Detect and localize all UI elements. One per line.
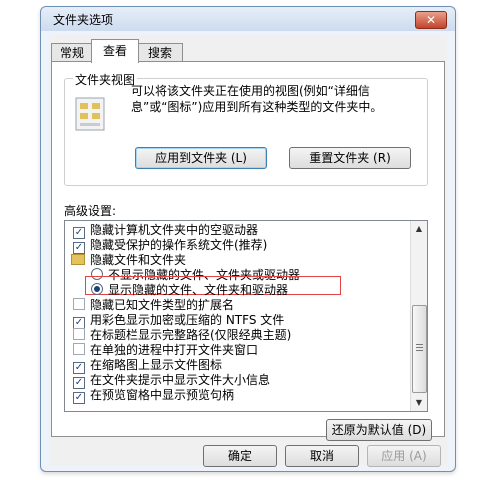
- close-icon: ✕: [425, 13, 437, 27]
- list-item[interactable]: ✓ 在文件夹提示中显示文件大小信息: [73, 373, 271, 389]
- tab-view[interactable]: 查看: [91, 39, 139, 63]
- cancel-button[interactable]: 取消: [285, 445, 359, 467]
- list-item-label: 在标题栏显示完整路径(仅限经典主题): [90, 328, 292, 342]
- list-item[interactable]: 显示隐藏的文件、文件夹和驱动器: [91, 283, 288, 298]
- restore-defaults-button[interactable]: 还原为默认值 (D): [326, 419, 432, 441]
- advanced-settings-list[interactable]: ✓ 隐藏计算机文件夹中的空驱动器 ✓ 隐藏受保护的操作系统文件(推荐) 隐藏文件和文…: [64, 220, 428, 412]
- list-item[interactable]: ✓ 用彩色显示加密或压缩的 NTFS 文件: [73, 313, 285, 329]
- list-item[interactable]: ✓ 隐藏计算机文件夹中的空驱动器: [73, 223, 259, 239]
- dialog-client: 常规 查看 搜索 文件夹视图 可以将该文件夹正在使用的视图(例如“详细信息”或“…: [49, 35, 447, 467]
- list-item: 隐藏文件和文件夹: [71, 253, 186, 268]
- folder-views-group: 文件夹视图 可以将该文件夹正在使用的视图(例如“详细信息”或“图标”)应用到所有…: [64, 71, 428, 186]
- advanced-settings-label: 高级设置:: [64, 204, 117, 218]
- list-item-label: 隐藏文件和文件夹: [90, 253, 187, 267]
- close-button[interactable]: ✕: [415, 11, 447, 29]
- checkbox-unchecked[interactable]: [73, 328, 85, 340]
- view-tab-panel: 文件夹视图 可以将该文件夹正在使用的视图(例如“详细信息”或“图标”)应用到所有…: [51, 61, 445, 441]
- tab-search[interactable]: 搜索: [137, 43, 183, 62]
- tab-general[interactable]: 常规: [51, 43, 93, 62]
- folder-views-description: 可以将该文件夹正在使用的视图(例如“详细信息”或“图标”)应用到所有这种类型的文…: [131, 84, 383, 114]
- folder-options-dialog: 文件夹选项 ✕ 常规 查看 搜索 文件夹视图 可以将该文件夹正在使用的视图(例如…: [40, 6, 456, 472]
- list-item-label: 在预览窗格中显示预览句柄: [90, 388, 235, 402]
- list-item[interactable]: ✓ 在预览窗格中显示预览句柄: [73, 388, 235, 404]
- list-item[interactable]: 在单独的进程中打开文件夹窗口: [73, 343, 258, 358]
- list-item-label: 隐藏计算机文件夹中的空驱动器: [90, 223, 259, 237]
- list-item[interactable]: 在标题栏显示完整路径(仅限经典主题): [73, 328, 291, 343]
- list-item-label: 用彩色显示加密或压缩的 NTFS 文件: [90, 313, 285, 327]
- scroll-up-icon[interactable]: ▲: [411, 221, 427, 237]
- list-item-label: 在文件夹提示中显示文件大小信息: [90, 373, 271, 387]
- scroll-down-icon[interactable]: ▼: [411, 395, 427, 411]
- title-bar[interactable]: 文件夹选项 ✕: [41, 7, 455, 31]
- list-item[interactable]: 隐藏已知文件类型的扩展名: [73, 298, 234, 313]
- vertical-scrollbar[interactable]: ▲ ▼: [410, 221, 427, 411]
- apply-button[interactable]: 应用 (A): [367, 445, 441, 467]
- grip-line: [416, 344, 423, 345]
- checkbox-unchecked[interactable]: [73, 298, 85, 310]
- list-item-label: 在单独的进程中打开文件夹窗口: [90, 343, 259, 357]
- list-item[interactable]: ✓ 在缩略图上显示文件图标: [73, 358, 223, 374]
- folder-icon: [71, 254, 85, 265]
- list-item-label: 隐藏受保护的操作系统文件(推荐): [90, 238, 268, 252]
- list-item-label: 显示隐藏的文件、文件夹和驱动器: [108, 283, 289, 297]
- list-item-label: 隐藏已知文件类型的扩展名: [90, 298, 235, 312]
- checkbox-unchecked[interactable]: [73, 343, 85, 355]
- folder-view-icon: [75, 97, 105, 131]
- apply-to-folders-button[interactable]: 应用到文件夹 (L): [135, 147, 267, 169]
- list-item-label: 在缩略图上显示文件图标: [90, 358, 223, 372]
- grip-line: [416, 350, 423, 351]
- folder-views-heading: 文件夹视图: [73, 71, 138, 88]
- checkbox-checked[interactable]: ✓: [73, 392, 85, 404]
- reset-folders-button[interactable]: 重置文件夹 (R): [289, 147, 411, 169]
- scroll-thumb[interactable]: [412, 305, 427, 393]
- grip-line: [416, 347, 423, 348]
- ok-button[interactable]: 确定: [203, 445, 277, 467]
- window-title: 文件夹选项: [53, 13, 114, 27]
- radio-button-selected[interactable]: [91, 283, 103, 295]
- list-item[interactable]: ✓ 隐藏受保护的操作系统文件(推荐): [73, 238, 268, 254]
